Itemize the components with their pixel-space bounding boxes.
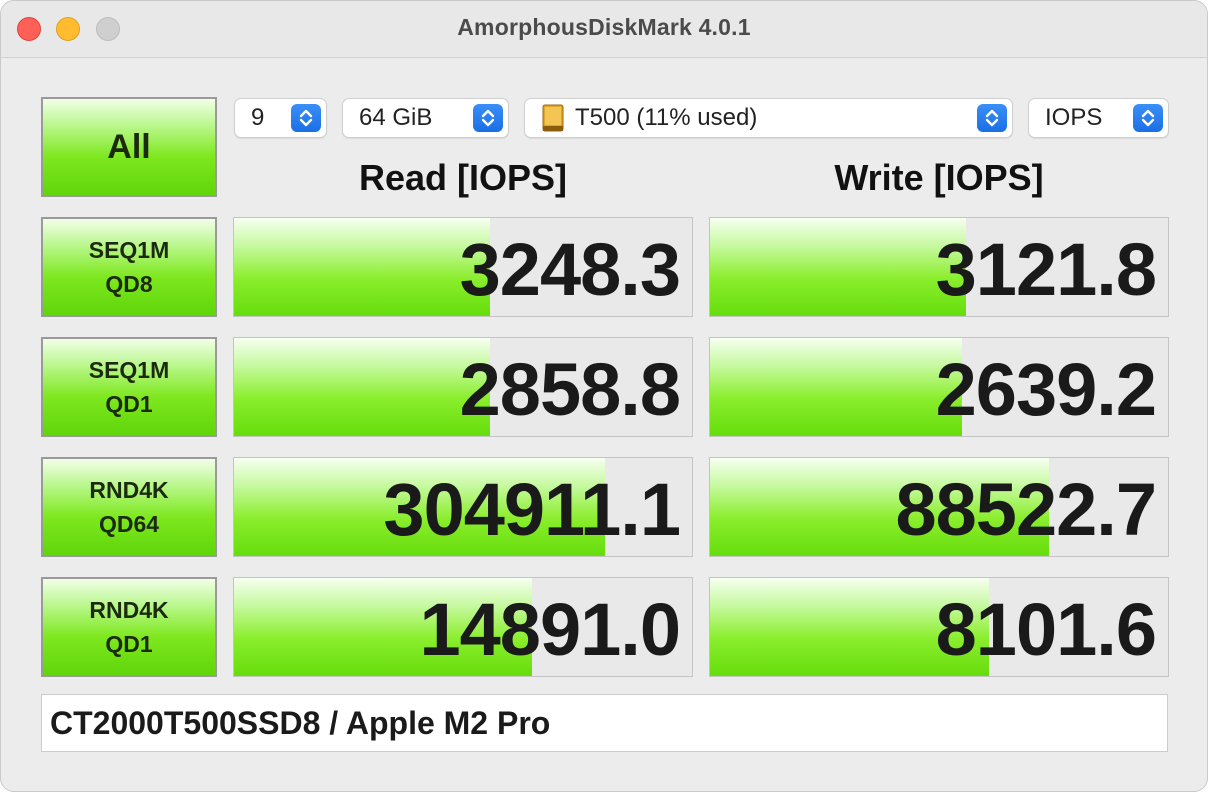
write-result-rnd4k-qd64: 88522.7 [709,457,1169,557]
run-all-label: All [107,127,151,166]
result-fill-bar [710,338,962,436]
test-label-line2: QD8 [105,271,153,297]
result-value: 88522.7 [895,468,1157,551]
updown-chevron-icon [473,104,503,132]
test-label-line2: QD64 [98,511,160,537]
read-result-seq1m-qd8: 3248.3 [233,217,693,317]
test-label-line1: SEQ1M [88,237,170,263]
test-size-select[interactable]: 64 GiB [342,98,509,138]
result-value: 304911.1 [383,468,681,551]
write-result-rnd4k-qd1: 8101.6 [709,577,1169,677]
title-bar: AmorphousDiskMark 4.0.1 [1,1,1207,58]
updown-chevron-icon [1133,104,1163,132]
test-label-line2: QD1 [105,631,153,657]
test-label-line1: RND4K [89,477,169,503]
updown-chevron-icon [977,104,1007,132]
result-value: 8101.6 [935,588,1157,671]
unit-select[interactable]: IOPS [1028,98,1169,138]
read-result-rnd4k-qd1: 14891.0 [233,577,693,677]
test-button-rnd4k-qd64[interactable]: RND4K QD64 [41,457,217,557]
test-button-rnd4k-qd1[interactable]: RND4K QD1 [41,577,217,677]
result-value: 14891.0 [419,588,681,671]
write-result-seq1m-qd8: 3121.8 [709,217,1169,317]
device-comment-text: CT2000T500SSD8 / Apple M2 Pro [50,704,551,741]
device-comment-field[interactable]: CT2000T500SSD8 / Apple M2 Pro [41,694,1168,752]
write-column-header: Write [IOPS] [834,157,1044,198]
test-count-value: 9 [251,104,265,131]
write-result-seq1m-qd1: 2639.2 [709,337,1169,437]
result-fill-bar [234,218,491,316]
test-label-line1: RND4K [89,597,169,623]
test-button-seq1m-qd8[interactable]: SEQ1M QD8 [41,217,217,317]
unit-value: IOPS [1045,104,1103,131]
test-button-seq1m-qd1[interactable]: SEQ1M QD1 [41,337,217,437]
result-value: 3248.3 [459,228,681,311]
target-drive-select[interactable]: T500 (11% used) [524,98,1013,138]
result-value: 3121.8 [935,228,1157,311]
read-result-rnd4k-qd64: 304911.1 [233,457,693,557]
test-label-line2: QD1 [105,391,153,417]
updown-chevron-icon [291,104,321,132]
read-result-seq1m-qd1: 2858.8 [233,337,693,437]
window-title: AmorphousDiskMark 4.0.1 [457,14,751,40]
read-column-header: Read [IOPS] [358,157,568,198]
result-fill-bar [234,338,491,436]
result-value: 2858.8 [459,348,681,431]
test-label-line1: SEQ1M [88,357,170,383]
result-value: 2639.2 [935,348,1157,431]
target-drive-value: T500 (11% used) [575,104,758,131]
test-size-value: 64 GiB [359,104,433,131]
app-window: AmorphousDiskMark 4.0.1 All 9 64 GiB T50… [0,0,1208,792]
test-count-select[interactable]: 9 [234,98,327,138]
result-fill-bar [710,218,967,316]
external-drive-icon [541,104,565,132]
run-all-button[interactable]: All [41,97,217,197]
